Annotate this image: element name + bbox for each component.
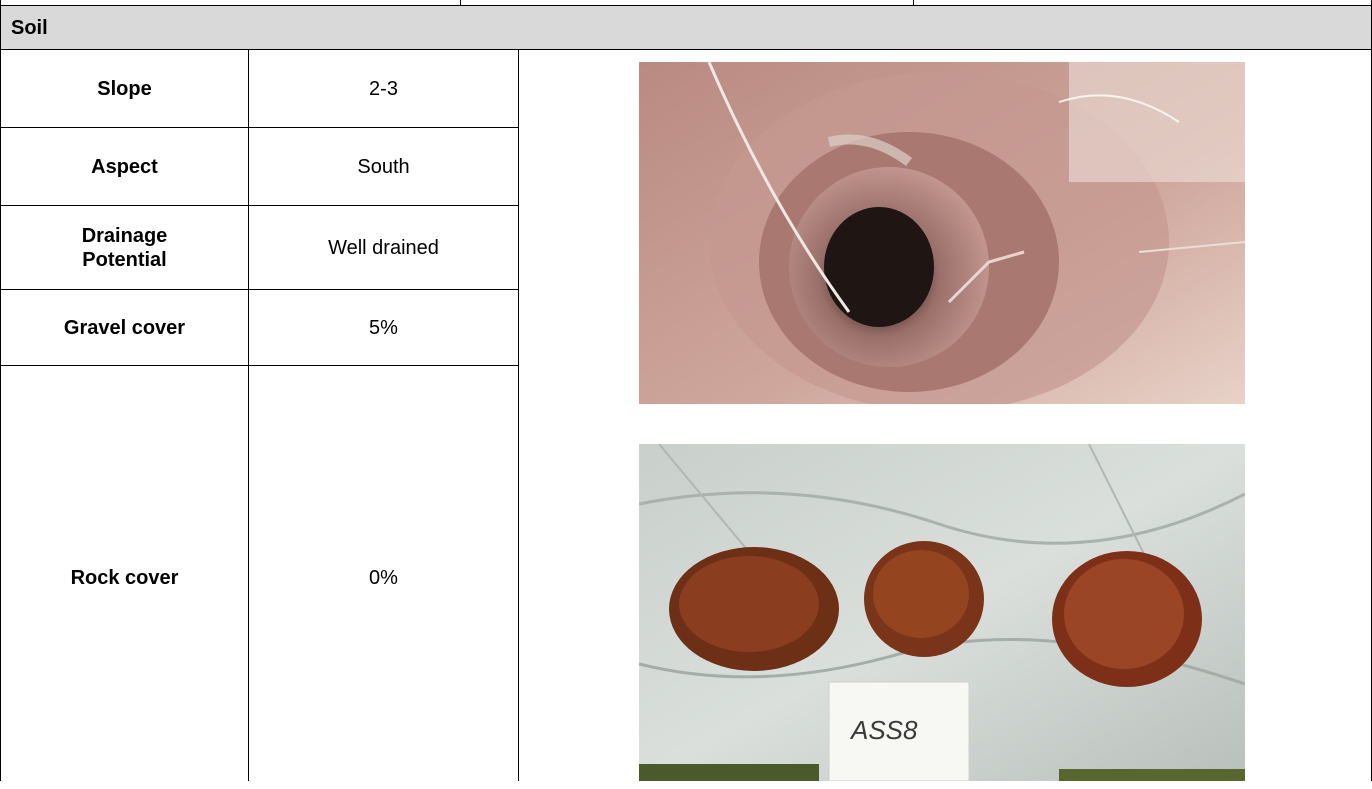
row-label-drainage: Drainage Potential: [81, 224, 168, 271]
soil-table: Slope 2-3 Aspect South Drainage Potentia…: [0, 50, 1372, 781]
row-value-slope: 2-3: [369, 77, 398, 100]
sample-tag-label: ASS8: [849, 715, 918, 745]
section-header: Soil: [0, 5, 1372, 50]
soil-samples-photo: ASS8: [639, 444, 1245, 781]
row-value-gravel: 5%: [369, 316, 398, 339]
row-label-rock: Rock cover: [70, 566, 179, 589]
row-value-aspect: South: [357, 155, 410, 178]
column-divider: [518, 50, 519, 781]
row-value-rock: 0%: [369, 566, 398, 589]
row-value-drainage: Well drained: [328, 236, 439, 259]
row-label-gravel: Gravel cover: [63, 316, 186, 339]
row-label-slope: Slope: [97, 77, 152, 100]
soil-pit-photo: [639, 62, 1245, 404]
section-title: Soil: [11, 17, 48, 39]
row-label-aspect: Aspect: [91, 155, 158, 178]
